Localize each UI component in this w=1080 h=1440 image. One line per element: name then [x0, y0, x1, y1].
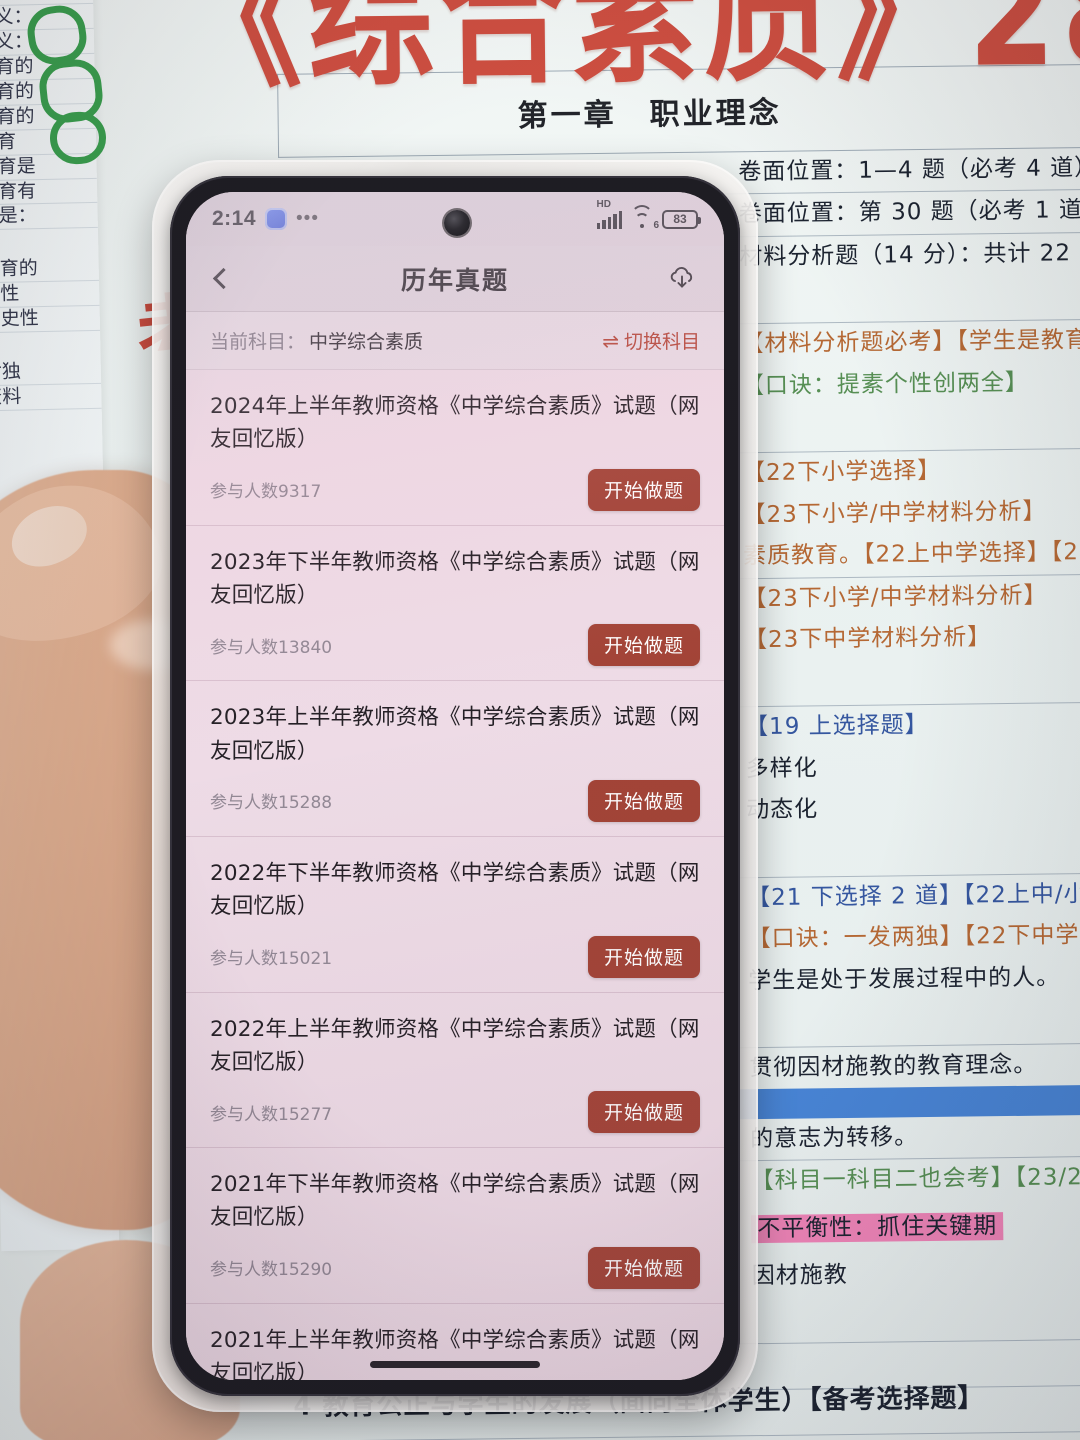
exam-title: 2023年下半年教师资格《中学综合素质》试题（网友回忆版）	[210, 549, 700, 608]
exam-title: 2024年上半年教师资格《中学综合素质》试题（网友回忆版）	[210, 394, 700, 453]
left-page-line: 不是：	[0, 203, 98, 231]
list-item[interactable]: 2022年下半年教师资格《中学综合素质》试题（网友回忆版） 参与人数15021 …	[186, 837, 724, 993]
exam-list[interactable]: 2024年上半年教师资格《中学综合素质》试题（网友回忆版） 参与人数9317 开…	[186, 370, 724, 1380]
handout-line-highlighted: 不平衡性：抓住关键期	[751, 1211, 1004, 1243]
left-page-line: 教育有	[0, 178, 98, 206]
battery-percent: 83	[673, 212, 687, 226]
overflow-dots-icon: •••	[296, 208, 319, 229]
switch-subject-button[interactable]: ⇌ 切换科目	[602, 327, 700, 354]
participants-count: 参与人数15277	[210, 1104, 333, 1125]
photo-scene: 第一章 职业理念 卷面位置：1—4 题（必考 4 道） 卷面位置：第 30 题（…	[0, 0, 1080, 1440]
list-item[interactable]: 2023年下半年教师资格《中学综合素质》试题（网友回忆版） 参与人数13840 …	[186, 526, 724, 682]
cloud-download-icon[interactable]	[666, 264, 698, 294]
left-page-line: 教育的	[0, 256, 100, 284]
subject-value: 中学综合素质	[309, 331, 424, 353]
list-item[interactable]: 2024年上半年教师资格《中学综合素质》试题（网友回忆版） 参与人数9317 开…	[186, 370, 724, 526]
left-page-line: 历史性	[0, 306, 101, 334]
exam-title: 2021年上半年教师资格《中学综合素质》试题（网友回忆版）	[210, 1327, 700, 1380]
start-exam-button[interactable]: 开始做题	[587, 1246, 700, 1289]
left-page-line: 对独	[0, 359, 102, 387]
participants-count: 参与人数15288	[210, 793, 333, 814]
start-exam-button[interactable]: 开始做题	[587, 624, 700, 667]
handwritten-title: 《综合素质》28考	[174, 0, 1080, 109]
phone-screen: 2:14 ••• HD 6 83 历年真题 当前科目： 中学综合素质 ⇌ 切换科…	[186, 192, 724, 1380]
wifi-icon: 6	[630, 204, 659, 231]
start-exam-button[interactable]: 开始做题	[587, 935, 700, 978]
participants-count: 参与人数13840	[210, 637, 333, 658]
exam-meta: 参与人数15288 开始做题	[210, 779, 700, 822]
exam-meta: 参与人数9317 开始做题	[210, 468, 700, 511]
switch-subject-label: 切换科目	[623, 331, 700, 353]
list-item[interactable]: 2021年上半年教师资格《中学综合素质》试题（网友回忆版） 参与人数15291 …	[186, 1304, 724, 1380]
app-square-icon	[265, 208, 288, 230]
exam-title: 2022年上半年教师资格《中学综合素质》试题（网友回忆版）	[210, 1016, 700, 1075]
exam-title: 2022年下半年教师资格《中学综合素质》试题（网友回忆版）	[210, 860, 700, 920]
wifi-generation-label: 6	[653, 219, 659, 231]
list-item[interactable]: 2022年上半年教师资格《中学综合素质》试题（网友回忆版） 参与人数15277 …	[186, 993, 724, 1149]
start-exam-button[interactable]: 开始做题	[587, 468, 700, 511]
left-page-line: 资料	[0, 383, 102, 412]
exam-meta: 参与人数15021 开始做题	[210, 935, 700, 978]
left-page-line: 恒性	[0, 281, 100, 309]
list-item[interactable]: 2023年上半年教师资格《中学综合素质》试题（网友回忆版） 参与人数15288 …	[186, 681, 724, 837]
wifi-dot	[640, 223, 644, 228]
battery-icon: 83	[662, 209, 701, 229]
exam-meta: 参与人数15277 开始做题	[210, 1091, 700, 1134]
status-bar-right: HD 6 83	[596, 199, 701, 231]
subject-bar: 当前科目： 中学综合素质 ⇌ 切换科目	[186, 312, 724, 370]
participants-count: 参与人数15290	[210, 1260, 333, 1281]
left-page-spacer	[0, 331, 101, 361]
start-exam-button[interactable]: 开始做题	[587, 779, 700, 822]
app-header: 历年真题	[186, 246, 724, 312]
exam-title: 2023年上半年教师资格《中学综合素质》试题（网友回忆版）	[210, 705, 700, 764]
swap-arrows-icon: ⇌	[602, 328, 619, 353]
exam-meta: 参与人数13840 开始做题	[210, 624, 700, 667]
participants-count: 参与人数9317	[210, 482, 322, 503]
list-item[interactable]: 2021年下半年教师资格《中学综合素质》试题（网友回忆版） 参与人数15290 …	[186, 1148, 724, 1304]
start-exam-button[interactable]: 开始做题	[587, 1091, 700, 1134]
cellular-signal-icon: HD	[596, 199, 622, 229]
participants-count: 参与人数15021	[210, 949, 333, 969]
signal-bars	[596, 210, 622, 229]
hd-label: HD	[596, 198, 611, 210]
subject-label: 当前科目：	[210, 331, 306, 353]
left-page-spacer	[0, 228, 98, 258]
exam-meta: 参与人数15290 开始做题	[210, 1246, 700, 1289]
front-camera	[444, 210, 470, 236]
exam-title: 2021年下半年教师资格《中学综合素质》试题（网友回忆版）	[210, 1172, 700, 1231]
status-bar-left: 2:14 •••	[212, 207, 319, 231]
home-indicator[interactable]	[370, 1361, 540, 1368]
status-time: 2:14	[212, 207, 257, 230]
page-title: 历年真题	[400, 265, 509, 295]
